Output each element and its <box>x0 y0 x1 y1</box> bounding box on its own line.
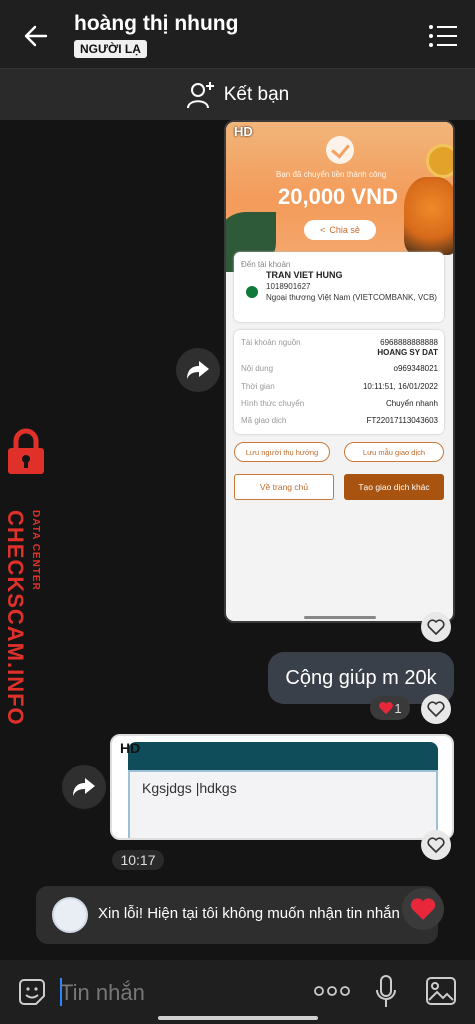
forward-button[interactable] <box>62 765 106 809</box>
dest-account: 1018901627 <box>266 282 311 291</box>
add-person-icon <box>186 81 214 108</box>
watermark-main: CHECKSCAM.INFO <box>3 510 28 726</box>
chat-area[interactable]: CHECKSCAM.INFO DATA CENTER HD Bạn đã chu… <box>0 120 475 960</box>
dest-name: TRAN VIET HUNG <box>266 270 343 280</box>
save-template-button: Lưu mẫu giao dịch <box>344 442 444 462</box>
transfer-success-banner: HD Bạn đã chuyển tiền thành công 20,000 … <box>226 122 453 272</box>
detail-row: Nội dung o969348021 <box>241 364 438 373</box>
reaction-badge[interactable]: 1 <box>370 696 410 720</box>
like-button[interactable] <box>421 612 451 642</box>
heart-outline-icon <box>427 701 445 717</box>
hd-badge: HD <box>234 124 253 139</box>
coin-decoration <box>426 144 453 178</box>
share-label: Chia sẻ <box>329 225 360 235</box>
system-nav-bar[interactable] <box>158 1016 318 1020</box>
image-gallery-icon[interactable] <box>425 976 457 1006</box>
system-message-text: Xin lỗi! Hiện tại tôi không muốn nhận ti… <box>98 905 400 922</box>
image-message[interactable]: HD Bạn đã chuyển tiền thành công 20,000 … <box>224 120 455 623</box>
like-button[interactable] <box>421 830 451 860</box>
detail-label: Hình thức chuyển <box>241 399 305 408</box>
detail-row: Tài khoản nguồn 6968888888888 <box>241 338 438 347</box>
reaction-count: 1 <box>394 700 402 716</box>
arrow-left-icon[interactable] <box>22 22 50 50</box>
share-button: < Chia sẻ <box>304 220 376 240</box>
detail-label: Mã giao dịch <box>241 416 287 425</box>
image-message[interactable]: HD Kgsjdgs |hdkgs <box>110 734 454 840</box>
note-text: Kgsjdgs |hdkgs <box>142 780 237 796</box>
note-box: Kgsjdgs |hdkgs <box>128 770 438 838</box>
sticker-icon[interactable] <box>16 976 48 1008</box>
heart-filled-icon <box>410 898 436 920</box>
stranger-badge: NGƯỜI LẠ <box>74 40 147 58</box>
detail-row: Thời gian 10:11:51, 16/01/2022 <box>241 382 438 391</box>
success-text: Bạn đã chuyển tiền thành công <box>276 170 387 179</box>
list-menu-icon[interactable] <box>428 24 458 48</box>
phone-nav-bar <box>304 616 376 619</box>
chat-header: hoàng thị nhung NGƯỜI LẠ <box>0 0 475 68</box>
composer-bar: Tin nhắn <box>0 960 475 1024</box>
watermark: CHECKSCAM.INFO DATA CENTER <box>0 428 52 788</box>
more-options-icon[interactable] <box>314 986 350 996</box>
contact-name[interactable]: hoàng thị nhung <box>74 12 238 36</box>
microphone-icon[interactable] <box>374 974 398 1010</box>
add-friend-label: Kết bạn <box>223 83 290 105</box>
transaction-details-card: Tài khoản nguồn 6968888888888 HOANG SY D… <box>234 330 444 434</box>
save-recipient-label: Lưu người thụ hưởng <box>245 447 319 457</box>
transfer-amount: 20,000 VND <box>278 184 398 209</box>
detail-value: HOANG SY DAT <box>377 348 438 357</box>
image-header-strip <box>128 742 438 770</box>
detail-row: HOANG SY DAT <box>241 348 438 357</box>
message-input[interactable]: Tin nhắn <box>60 980 145 1006</box>
message-text: Cộng giúp m 20k <box>285 666 437 689</box>
detail-value: o969348021 <box>393 364 439 373</box>
detail-value: Chuyển nhanh <box>385 399 438 408</box>
forward-button[interactable] <box>176 348 220 392</box>
new-transaction-button: Tạo giao dịch khác <box>344 474 444 500</box>
avatar <box>52 897 88 933</box>
dest-bank: Ngoại thương Việt Nam (VIETCOMBANK, VCB) <box>266 293 437 302</box>
forward-icon <box>73 778 95 796</box>
hd-badge: HD <box>120 740 141 756</box>
detail-label: Tài khoản nguồn <box>241 338 301 347</box>
check-icon <box>326 136 354 164</box>
new-transaction-label: Tạo giao dịch khác <box>358 482 430 492</box>
detail-label: Nội dung <box>241 364 274 373</box>
save-template-label: Lưu mẫu giao dịch <box>362 447 426 457</box>
home-button: Về trang chủ <box>234 474 334 500</box>
home-label: Về trang chủ <box>259 482 309 492</box>
detail-label: Thời gian <box>241 382 275 391</box>
tiger-illustration <box>404 177 453 255</box>
forward-icon <box>187 361 209 379</box>
lock-icon <box>8 428 44 474</box>
dest-label: Đến tài khoản <box>241 260 291 269</box>
detail-value: FT22017113043603 <box>366 416 438 425</box>
share-icon: < <box>320 225 326 235</box>
heart-filled-icon <box>379 702 394 715</box>
watermark-sub: DATA CENTER <box>30 510 41 591</box>
recipient-card: Đến tài khoản TRAN VIET HUNG 1018901627 … <box>234 252 444 322</box>
message-timestamp: 10:17 <box>112 850 164 870</box>
detail-row: Hình thức chuyển Chuyển nhanh <box>241 399 438 408</box>
system-message: Xin lỗi! Hiện tại tôi không muốn nhận ti… <box>36 886 444 944</box>
save-recipient-button: Lưu người thụ hưởng <box>234 442 330 462</box>
bank-logo-icon <box>246 286 258 298</box>
like-button[interactable] <box>421 694 451 724</box>
heart-outline-icon <box>427 837 445 853</box>
add-friend-button[interactable]: Kết bạn <box>0 68 475 120</box>
quick-react-button[interactable] <box>402 888 444 930</box>
detail-value: 10:11:51, 16/01/2022 <box>362 382 438 391</box>
detail-row: Mã giao dịch FT22017113043603 <box>241 416 438 425</box>
heart-outline-icon <box>427 619 445 635</box>
detail-value: 6968888888888 <box>380 338 438 347</box>
